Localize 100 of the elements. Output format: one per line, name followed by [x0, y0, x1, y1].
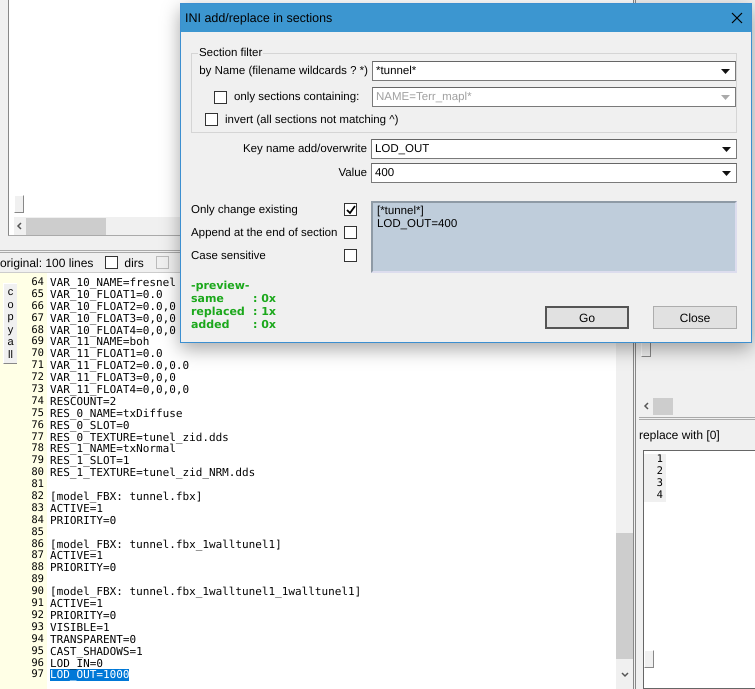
checkbox-label: invert (all sections not matching ^): [225, 114, 398, 126]
key-combo-field[interactable]: LOD_OUT: [371, 139, 737, 159]
line-number: 94: [30, 634, 44, 646]
code-line: ACTIVE=1: [50, 598, 103, 610]
replace-with-label: replace with [0]: [639, 428, 720, 442]
line-number: 1: [656, 454, 663, 466]
line-number: 87: [30, 550, 44, 562]
line-number: 86: [30, 538, 44, 550]
scroll-thumb[interactable]: [653, 398, 673, 414]
copy-all-button[interactable]: copyall: [3, 283, 18, 364]
line-number: 68: [30, 324, 44, 336]
line-number: 76: [30, 420, 44, 432]
checkbox[interactable]: [344, 203, 357, 216]
replace-editor[interactable]: 1 2 3 4: [643, 450, 755, 689]
preview-line: LOD_OUT=400: [377, 218, 458, 230]
checkbox[interactable]: [105, 256, 118, 269]
code-line: CAST_SHADOWS=1: [50, 646, 143, 658]
line-number: 85: [30, 526, 44, 539]
field-label: Key name add/overwrite: [242, 143, 367, 155]
line-number: 66: [30, 300, 44, 313]
line-number: 88: [30, 562, 44, 574]
code-line: [model_FBX: tunnel.fbx_1walltunel1]: [50, 538, 282, 550]
code-line: VAR_11_FLOAT4=0,0,0,0: [50, 384, 190, 396]
line-number: 81: [30, 479, 44, 491]
option-label: Append at the end of section: [191, 226, 338, 238]
preview-label: replaced: [191, 305, 246, 318]
checkbox[interactable]: [205, 113, 218, 126]
name-combo-field[interactable]: *tunnel*: [372, 61, 736, 81]
code-line: ACTIVE=1: [50, 550, 103, 562]
line-number: 84: [30, 514, 44, 527]
line-number: 92: [30, 610, 44, 622]
line-number: 83: [30, 502, 44, 515]
code-line: VISIBLE=1: [50, 622, 110, 634]
checkbox-label: only sections containing:: [234, 91, 360, 103]
checkbox[interactable]: [344, 249, 357, 262]
code-line: VAR_11_FLOAT2=0.0,0.0: [50, 360, 190, 372]
code-line: VAR_11_FLOAT3=0,0,0: [50, 372, 176, 384]
code-line: RES_0_SLOT=0: [50, 420, 130, 432]
line-number: 93: [30, 622, 44, 634]
line-number: 67: [30, 312, 44, 325]
scroll-thumb[interactable]: [616, 533, 633, 659]
line-number: 69: [30, 336, 44, 348]
group-title: Section filter: [198, 47, 264, 59]
code-line: RES_0_TEXTURE=tunel_zid.dds: [50, 432, 229, 444]
grip-icon[interactable]: [644, 650, 654, 668]
code-line: RES_0_NAME=txDiffuse: [50, 408, 182, 420]
line-number: 96: [30, 658, 44, 669]
line-number: 97: [30, 669, 44, 682]
scroll-thumb[interactable]: [26, 218, 106, 234]
field-label: by Name (filename wildcards ? *): [199, 65, 368, 77]
preview-count: : 0x: [253, 318, 276, 331]
line-number: 95: [30, 646, 44, 658]
line-number: 91: [30, 598, 44, 610]
line-number: 73: [30, 384, 44, 396]
code-line: LOD_IN=0: [50, 658, 103, 670]
code-line: RES_1_SLOT=1: [50, 455, 130, 468]
code-line: [model_FBX: tunnel.fbx]: [50, 491, 202, 503]
preview-heading: -preview-: [191, 279, 250, 292]
code-line: ACTIVE=1: [50, 502, 103, 515]
line-count-label: original: 100 lines: [0, 256, 94, 270]
line-number: 79: [30, 455, 44, 467]
line-number: 75: [30, 408, 44, 420]
preview-count: : 0x: [253, 292, 276, 305]
grip-icon[interactable]: [14, 195, 24, 213]
code-line: VAR_10_FLOAT1=0.0: [50, 288, 163, 301]
preview-label: added: [191, 318, 231, 331]
line-number: 82: [30, 491, 44, 503]
line-number: 2: [656, 466, 663, 478]
code-line: PRIORITY=0: [50, 514, 116, 527]
code-line: VAR_11_FLOAT1=0.0: [50, 348, 163, 360]
dialog-title: INI add/replace in sections: [185, 11, 332, 25]
line-number: 3: [656, 478, 663, 490]
option-label: Only change existing: [191, 204, 298, 216]
code-line: VAR_10_FLOAT4=0,0,0: [50, 324, 176, 336]
line-number: 74: [30, 396, 44, 408]
preview-line: [*tunnel*]: [377, 205, 424, 217]
option-label: Case sensitive: [191, 250, 266, 262]
preview-label: same: [191, 292, 225, 305]
line-number: 78: [30, 443, 44, 455]
line-number: 72: [30, 372, 44, 384]
checkbox[interactable]: [344, 226, 357, 239]
code-line: RES_1_NAME=txNormal: [50, 443, 176, 456]
code-line: VAR_10_FLOAT3=0,0,0: [50, 312, 176, 325]
code-line: VAR_10_FLOAT2=0.0,0: [50, 300, 176, 313]
value-combo-field[interactable]: 400: [371, 163, 737, 183]
line-number: 80: [30, 467, 44, 479]
code-line: VAR_11_NAME=boh: [50, 336, 150, 348]
dialog-button[interactable]: Go: [545, 306, 629, 329]
code-line: TRANSPARENT=0: [50, 634, 136, 646]
code-line: RES_1_TEXTURE=tunel_zid_NRM.dds: [50, 467, 256, 480]
line-number: 64: [30, 277, 44, 289]
line-number: 65: [30, 288, 44, 301]
code-line: RESCOUNT=2: [50, 396, 116, 408]
line-number: 90: [30, 586, 44, 598]
line-number: 71: [30, 360, 44, 372]
close-icon[interactable]: [731, 12, 743, 24]
line-number: 4: [656, 490, 663, 502]
checkbox-label: dirs: [124, 256, 144, 270]
field-label: Value: [338, 167, 367, 179]
dialog-button[interactable]: Close: [653, 306, 737, 329]
